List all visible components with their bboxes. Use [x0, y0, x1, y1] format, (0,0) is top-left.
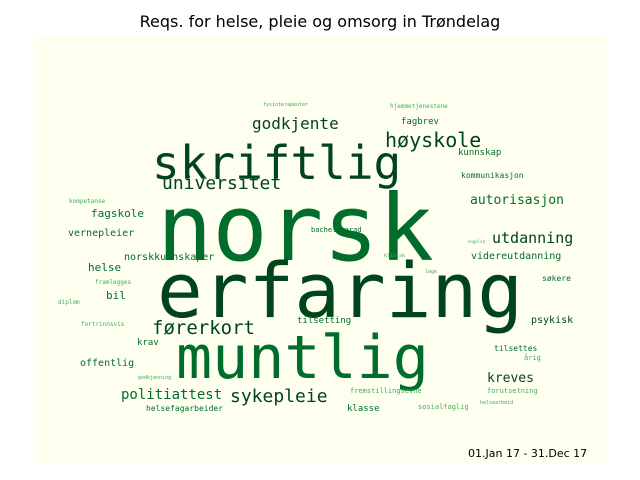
word-kreves: kreves: [487, 371, 534, 386]
word-godkjente: godkjente: [252, 114, 339, 133]
word-kommunikasjon: kommunikasjon: [461, 171, 524, 180]
word-universitet: universitet: [162, 173, 281, 194]
word-helsearbeid: helsearbeid: [480, 400, 513, 406]
word-utdanning: utdanning: [492, 229, 573, 247]
word-godkjenning: godkjenning: [138, 375, 171, 381]
word-psykisk: psykisk: [531, 315, 573, 326]
word-sykepleie: sykepleie: [230, 386, 328, 407]
word-årig: årig: [524, 353, 541, 362]
word-sosialfaglig: sosialfaglig: [418, 403, 469, 411]
word-fagbrev: fagbrev: [401, 117, 439, 127]
word-helse: helse: [88, 261, 121, 274]
word-søkere: søkere: [542, 274, 571, 283]
word-bachelorgrad: bachelorgrad: [311, 226, 362, 234]
word-bil: bil: [106, 289, 126, 302]
word-framlegges: framlegges: [95, 279, 132, 286]
date-range-label: 01.Jan 17 - 31.Dec 17: [468, 447, 588, 460]
word-helsefagarbeider: helsefagarbeider: [146, 404, 223, 413]
word-fremstillingsevne: fremstillingsevne: [350, 387, 422, 395]
word-fysioterapeuter: fysioterapeuter: [263, 102, 308, 108]
word-videreutdanning: videreutdanning: [471, 251, 561, 262]
word-klasse: klasse: [347, 404, 380, 414]
word-politiattest: politiattest: [121, 387, 222, 403]
word-lege: lege: [425, 269, 437, 275]
word-krav: krav: [137, 338, 159, 348]
word-tilsetting: tilsetting: [297, 316, 351, 326]
word-kompetanse: kompetanse: [69, 198, 106, 205]
word-tilsettes: tilsettes: [494, 344, 538, 353]
word-norskkunnskaper: norskkunnskaper: [124, 252, 214, 263]
word-offentlig: offentlig: [80, 358, 134, 369]
word-hjemmetjenestene: hjemmetjenestene: [390, 103, 448, 110]
word-autorisasjon: autorisasjon: [470, 193, 564, 208]
word-klinisk: klinisk: [384, 253, 405, 259]
word-kunnskap: kunnskap: [458, 148, 501, 158]
word-engelsk: engelsk: [468, 239, 485, 244]
word-fortrinnsvis: fortrinnsvis: [81, 321, 125, 328]
word-førerkort: førerkort: [152, 317, 255, 339]
word-forutsetning: forutsetning: [487, 387, 538, 395]
word-vernepleier: vernepleier: [68, 228, 134, 239]
word-diplom: diplom: [58, 299, 80, 306]
word-fagskole: fagskole: [91, 207, 144, 220]
wordcloud: norskerfaringmuntligskriftliguniversitet…: [58, 102, 573, 414]
